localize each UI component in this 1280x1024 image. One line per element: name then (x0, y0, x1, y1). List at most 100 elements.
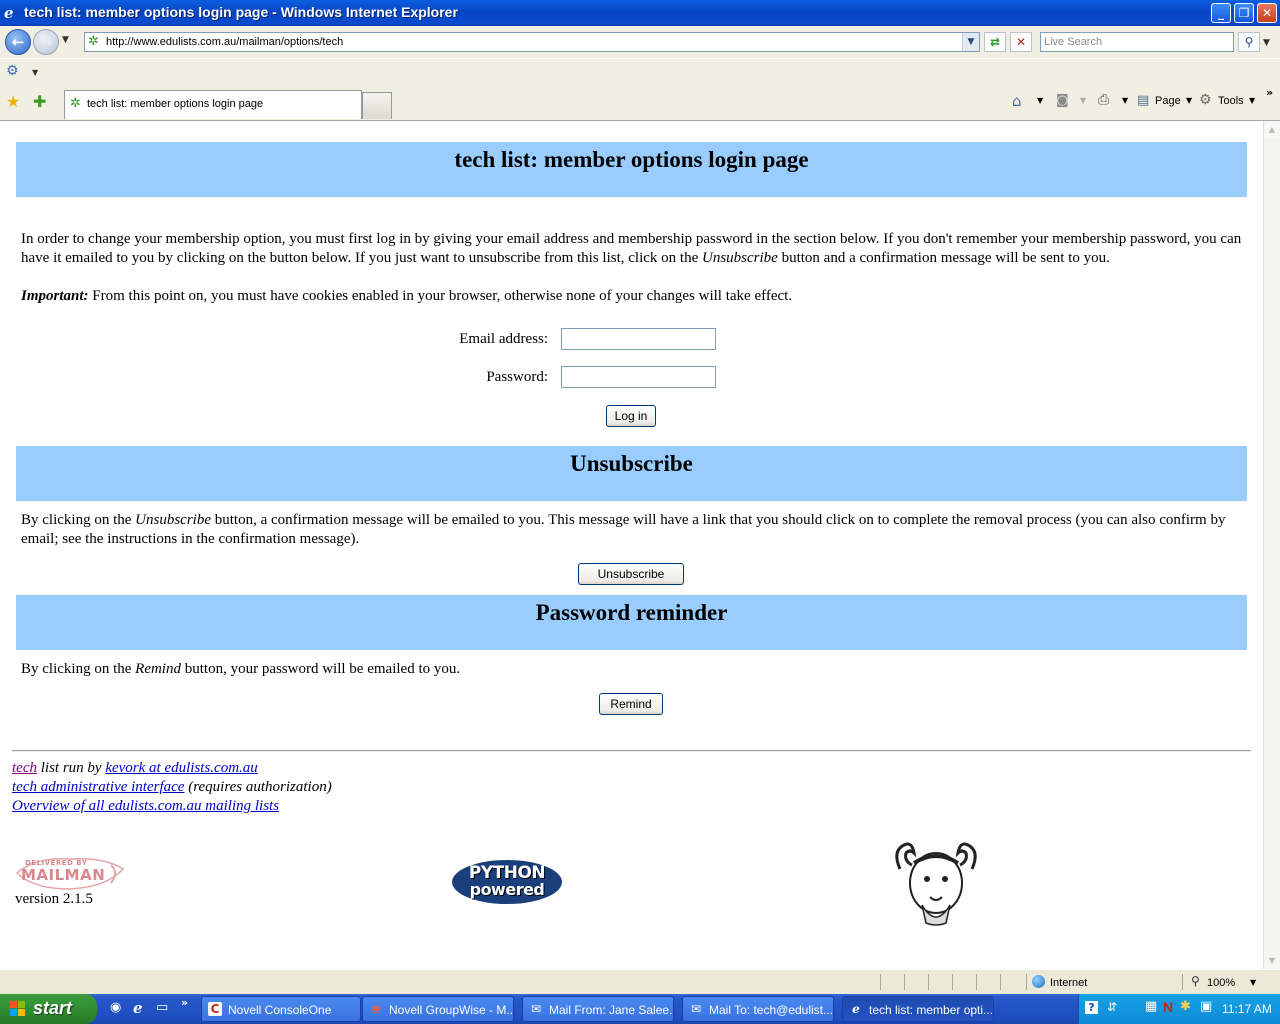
remind-button[interactable]: Remind (599, 693, 663, 715)
tab-bar: ★ ✚ ✲ tech list: member options login pa… (0, 86, 1280, 121)
page-icon[interactable]: ▤ (1137, 93, 1149, 108)
taskbar-item-ie-active[interactable]: e tech list: member opti... (842, 996, 994, 1022)
back-button[interactable]: ← (5, 29, 31, 55)
chevron-more-icon[interactable]: » (1266, 86, 1273, 99)
links-bar: ⚙ ▼ (0, 58, 1280, 87)
page-favicon-icon: ✲ (88, 34, 99, 49)
recent-pages-dropdown-icon[interactable]: ▼ (62, 35, 69, 45)
tab-title: tech list: member options login page (87, 98, 264, 110)
unsubscribe-button[interactable]: Unsubscribe (578, 563, 684, 585)
forward-button[interactable]: → (33, 29, 59, 55)
status-separator (928, 974, 929, 990)
password-field[interactable] (561, 366, 716, 388)
tab-active[interactable]: ✲ tech list: member options login page (64, 90, 362, 119)
taskbar-item-mail-to[interactable]: ✉ Mail To: tech@edulist... (682, 996, 834, 1022)
version-text: version 2.1.5 (15, 891, 93, 907)
footer-divider (12, 750, 1251, 752)
zoom-icon[interactable]: ⚲ (1191, 974, 1200, 988)
address-dropdown-icon[interactable]: ▼ (962, 33, 979, 51)
remind-paragraph: By clicking on the Remind button, your p… (21, 660, 1243, 679)
tray-tools-icon[interactable]: ✱ (1180, 999, 1191, 1014)
login-button[interactable]: Log in (606, 405, 656, 427)
tab-favicon-icon: ✲ (70, 96, 81, 111)
internet-explorer-icon: e (4, 4, 14, 22)
refresh-button[interactable]: ⇄ (984, 32, 1006, 52)
system-tray: ? ⇵ ▦ N ✱ ▣ 11:17 AM (1078, 994, 1280, 1024)
python-powered-logo[interactable]: PYTHON powered (452, 860, 562, 904)
status-separator (976, 974, 977, 990)
novell-n-icon[interactable]: N (1163, 999, 1173, 1015)
home-icon[interactable]: ⌂ (1012, 92, 1022, 110)
page-dropdown-icon[interactable]: ▼ (1186, 96, 1192, 105)
email-field[interactable] (561, 328, 716, 350)
owner-link[interactable]: kevork at edulists.com.au (105, 760, 257, 776)
taskbar-item-mail-from[interactable]: ✉ Mail From: Jane Salee... (522, 996, 674, 1022)
unsubscribe-band: Unsubscribe (16, 446, 1247, 501)
status-separator (880, 974, 881, 990)
mail-envelope-icon: ✉ (690, 1002, 702, 1016)
important-paragraph: Important: From this point on, you must … (21, 287, 1243, 306)
list-link[interactable]: tech (12, 760, 37, 776)
page-title: tech list: member options login page (454, 147, 809, 172)
feeds-dropdown-icon[interactable]: ▼ (1080, 96, 1086, 105)
feeds-icon[interactable]: ◙ (1056, 93, 1069, 108)
status-separator (1026, 974, 1027, 990)
address-bar[interactable]: ✲ http://www.edulists.com.au/mailman/opt… (84, 32, 980, 52)
page-header-band: tech list: member options login page (16, 142, 1247, 197)
zoom-dropdown-icon[interactable]: ▼ (1250, 978, 1256, 987)
tools-dropdown-icon[interactable]: ▼ (1249, 96, 1255, 105)
help-icon[interactable]: ? (1085, 1001, 1098, 1014)
print-dropdown-icon[interactable]: ▼ (1122, 96, 1128, 105)
taskbar-item-consoleone[interactable]: C Novell ConsoleOne (201, 996, 361, 1022)
scroll-up-icon[interactable]: ▲ (1264, 121, 1280, 138)
mailman-logo[interactable]: DELIVERED BY MAILMAN (15, 855, 125, 891)
new-tab-button[interactable] (362, 92, 392, 119)
taskbar-item-groupwise[interactable]: ❀ Novell GroupWise - M... (362, 996, 514, 1022)
footer: tech list run by kevork at edulists.com.… (12, 759, 332, 816)
favorites-star-icon[interactable]: ★ (6, 92, 20, 111)
tray-app-icon[interactable]: ▦ (1145, 999, 1157, 1014)
password-reminder-heading: Password reminder (535, 600, 728, 625)
window-title-bar[interactable]: e tech list: member options login page -… (0, 0, 1280, 26)
quicklaunch-ie-icon[interactable]: e (133, 999, 143, 1017)
network-icon[interactable]: ⇵ (1107, 1000, 1117, 1014)
restore-button[interactable]: ❐ (1234, 3, 1254, 23)
ie-icon: e (852, 1002, 860, 1016)
stop-button[interactable]: ✕ (1010, 32, 1032, 52)
vertical-scrollbar[interactable]: ▲ ▼ (1263, 121, 1280, 969)
unsubscribe-heading: Unsubscribe (570, 451, 693, 476)
tools-menu[interactable]: Tools (1218, 95, 1244, 107)
internet-globe-icon (1032, 975, 1045, 988)
toolbar-tool-icon[interactable]: ⚙ (6, 63, 19, 79)
status-bar: Internet ⚲ 100% ▼ (0, 969, 1280, 995)
minimize-button[interactable]: _ (1211, 3, 1231, 23)
quicklaunch-more-icon[interactable]: » (181, 996, 188, 1009)
overview-link[interactable]: Overview of all edulists.com.au mailing … (12, 798, 279, 814)
start-button[interactable]: start (0, 994, 97, 1024)
toolbar-dropdown-icon[interactable]: ▼ (32, 68, 38, 77)
gnu-logo[interactable] (890, 839, 982, 927)
zoom-level[interactable]: 100% (1207, 977, 1235, 989)
email-label: Email address: (459, 331, 548, 347)
groupwise-icon: ❀ (370, 1002, 382, 1016)
search-input[interactable]: Live Search (1040, 32, 1234, 52)
address-url[interactable]: http://www.edulists.com.au/mailman/optio… (106, 36, 343, 48)
admin-interface-link[interactable]: tech administrative interface (12, 779, 184, 795)
quicklaunch-desktop-icon[interactable]: ▭ (156, 1000, 168, 1015)
search-options-icon[interactable]: ▼ (1263, 38, 1270, 48)
intro-emphasis: Unsubscribe (702, 250, 778, 266)
add-favorites-icon[interactable]: ✚ (33, 92, 46, 111)
search-icon[interactable]: ⚲ (1238, 32, 1260, 52)
page-menu[interactable]: Page (1155, 95, 1181, 107)
taskbar-item-label: Novell GroupWise - M... (389, 1003, 514, 1017)
scroll-down-icon[interactable]: ▼ (1264, 952, 1280, 969)
tools-gear-icon[interactable]: ⚙ (1199, 92, 1212, 108)
quicklaunch-media-icon[interactable]: ◉ (110, 1000, 121, 1015)
print-icon[interactable]: ⎙ (1098, 92, 1109, 108)
tray-console-icon[interactable]: ▣ (1200, 999, 1212, 1014)
admin-note: (requires authorization) (184, 779, 332, 795)
mail-envelope-icon: ✉ (530, 1002, 542, 1016)
intro-paragraph: In order to change your membership optio… (21, 230, 1243, 268)
close-button[interactable]: ✕ (1257, 3, 1277, 23)
home-dropdown-icon[interactable]: ▼ (1037, 96, 1043, 105)
